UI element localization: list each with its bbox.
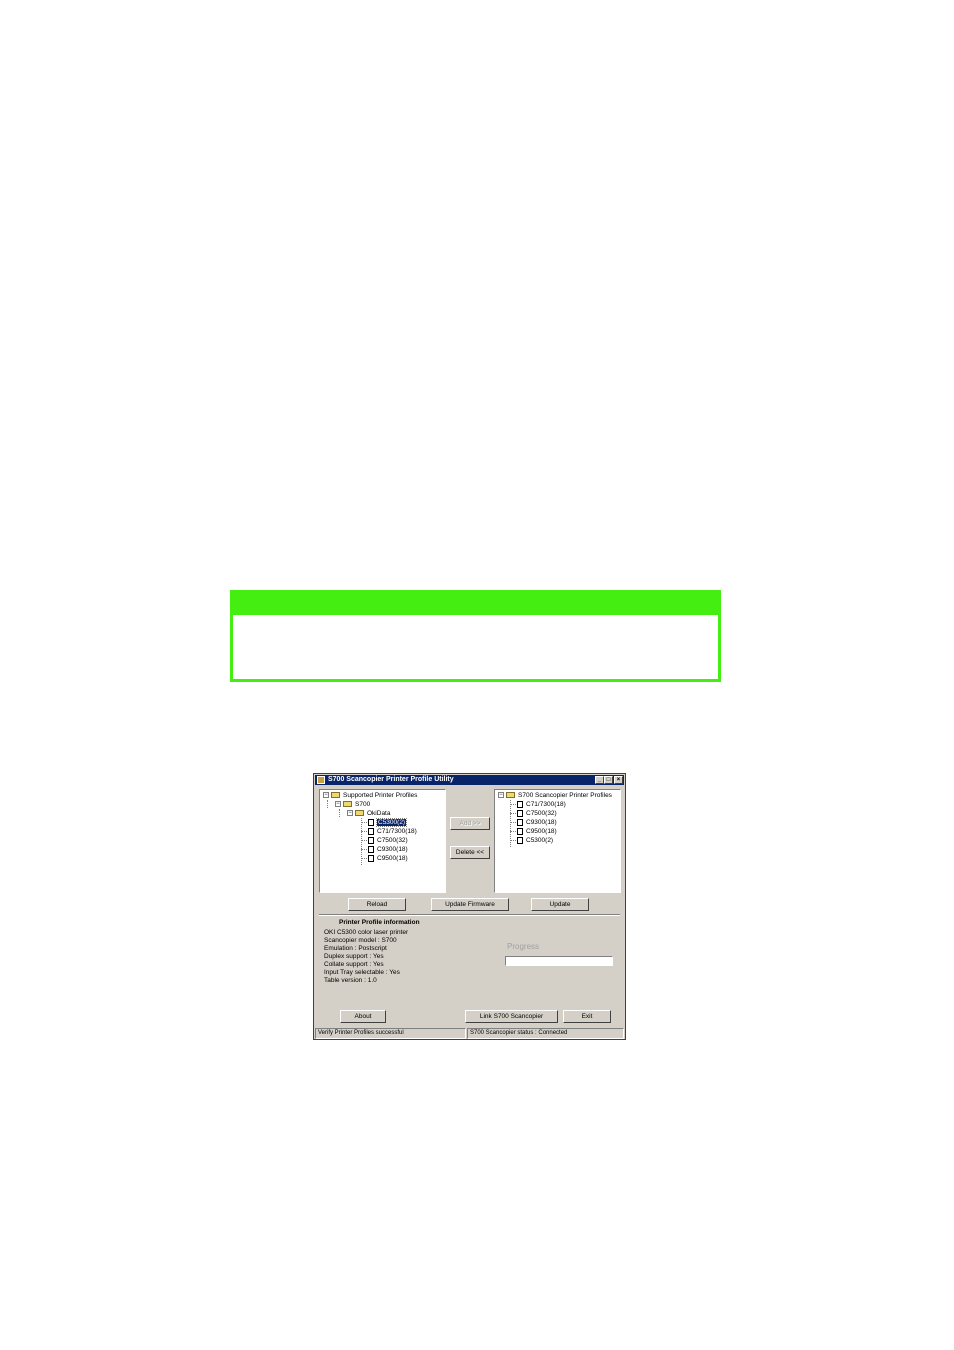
tree-node-label: OkiData	[367, 810, 391, 817]
tree-connector	[361, 840, 367, 841]
update-button[interactable]: Update	[531, 898, 589, 911]
maximize-button[interactable]: □	[604, 776, 613, 784]
scancopier-profiles-tree[interactable]: − S700 Scancopier Printer Profiles C71/73…	[494, 789, 621, 893]
tree-item-profile[interactable]: C5300(2)	[368, 818, 408, 827]
tree-connector	[361, 858, 367, 859]
tree-item-label: C5300(2)	[526, 837, 554, 844]
supported-profiles-tree[interactable]: − Supported Printer Profiles − S700 − OkiDa…	[319, 789, 446, 893]
status-bar-left: Verify Printer Profiles successful	[315, 1028, 466, 1039]
collapse-icon[interactable]: −	[323, 792, 329, 799]
info-line: Emulation : Postscript	[324, 945, 387, 952]
document-icon	[517, 827, 523, 835]
collapse-icon[interactable]: −	[335, 801, 341, 808]
document-icon	[368, 827, 374, 835]
tree-connector	[510, 831, 516, 832]
tree-item-profile[interactable]: C71/7300(18)	[517, 800, 566, 809]
tree-item-profile[interactable]: C7500(32)	[517, 809, 557, 818]
tree-item-profile[interactable]: C9300(18)	[517, 818, 557, 827]
close-button[interactable]: ×	[614, 776, 623, 784]
tree-item-label: C71/7300(18)	[377, 828, 417, 835]
about-button[interactable]: About	[340, 1010, 386, 1023]
tree-item-label: C9500(18)	[526, 828, 557, 835]
folder-open-icon	[355, 810, 364, 817]
tree-connector	[361, 822, 367, 823]
tree-item-profile[interactable]: C9500(18)	[368, 854, 408, 863]
update-firmware-button[interactable]: Update Firmware	[431, 898, 509, 911]
tree-item-label: C7500(32)	[526, 810, 557, 817]
document-icon	[368, 845, 374, 853]
exit-button[interactable]: Exit	[563, 1010, 611, 1023]
note-box	[230, 590, 721, 682]
app-icon	[317, 776, 325, 784]
collapse-icon[interactable]: −	[347, 810, 353, 817]
info-line: Table version : 1.0	[324, 977, 377, 984]
tree-item-label: C9500(18)	[377, 855, 408, 862]
info-heading: Printer Profile information	[339, 919, 420, 926]
document-icon	[517, 836, 523, 844]
add-button[interactable]: Add >>	[450, 817, 490, 830]
reload-button[interactable]: Reload	[348, 898, 406, 911]
document-icon	[517, 818, 523, 826]
document-icon	[368, 836, 374, 844]
tree-node-label: S700 Scancopier Printer Profiles	[518, 792, 612, 799]
document-icon	[368, 854, 374, 862]
tree-item-profile[interactable]: C71/7300(18)	[368, 827, 417, 836]
tree-connector	[510, 813, 516, 814]
tree-item-profile[interactable]: C9500(18)	[517, 827, 557, 836]
info-line: OKI C5300 color laser printer	[324, 929, 409, 936]
note-header-bar	[233, 593, 718, 615]
progress-bar	[505, 956, 613, 966]
info-line: Scancopier model : S700	[324, 937, 397, 944]
info-line: Duplex support : Yes	[324, 953, 384, 960]
tree-connector	[510, 822, 516, 823]
tree-item-label: C9300(18)	[377, 846, 408, 853]
tree-item-profile[interactable]: C7500(32)	[368, 836, 408, 845]
folder-open-icon	[343, 801, 352, 808]
tree-item-profile[interactable]: C5300(2)	[517, 836, 553, 845]
folder-open-icon	[506, 792, 515, 799]
status-bar-right: S700 Scancopier status : Connected	[467, 1028, 624, 1039]
info-line: Collate support : Yes	[324, 961, 384, 968]
progress-label: Progress	[507, 942, 540, 951]
title-bar[interactable]: S700 Scancopier Printer Profile Utility …	[315, 775, 624, 785]
minimize-button[interactable]: _	[595, 776, 604, 784]
window-title: S700 Scancopier Printer Profile Utility	[328, 776, 454, 783]
divider	[319, 914, 620, 916]
tree-connector	[339, 809, 340, 817]
document-icon	[517, 800, 523, 808]
info-line: Input Tray selectable : Yes	[324, 969, 400, 976]
tree-node-label: Supported Printer Profiles	[343, 792, 418, 799]
link-scancopier-button[interactable]: Link S700 Scancopier	[465, 1010, 558, 1023]
tree-connector	[361, 831, 367, 832]
tree-node-root[interactable]: − Supported Printer Profiles	[323, 791, 417, 800]
tree-item-profile[interactable]: C9300(18)	[368, 845, 408, 854]
folder-open-icon	[331, 792, 340, 799]
tree-node-vendor[interactable]: − OkiData	[347, 809, 390, 818]
tree-connector	[327, 800, 328, 808]
tree-connector	[510, 804, 516, 805]
delete-button[interactable]: Delete <<	[450, 846, 490, 859]
tree-connector	[510, 840, 516, 841]
document-icon	[517, 809, 523, 817]
app-window: S700 Scancopier Printer Profile Utility …	[313, 773, 626, 1040]
tree-connector	[361, 849, 367, 850]
tree-node-label: S700	[355, 801, 371, 808]
collapse-icon[interactable]: −	[498, 792, 504, 799]
document-icon	[368, 818, 374, 826]
tree-node-root[interactable]: − S700 Scancopier Printer Profiles	[498, 791, 612, 800]
tree-item-label: C9300(18)	[526, 819, 557, 826]
tree-item-label: C7500(32)	[377, 837, 408, 844]
tree-item-label: C71/7300(18)	[526, 801, 566, 808]
tree-node-model[interactable]: − S700	[335, 800, 370, 809]
tree-item-label-selected: C5300(2)	[375, 818, 408, 827]
